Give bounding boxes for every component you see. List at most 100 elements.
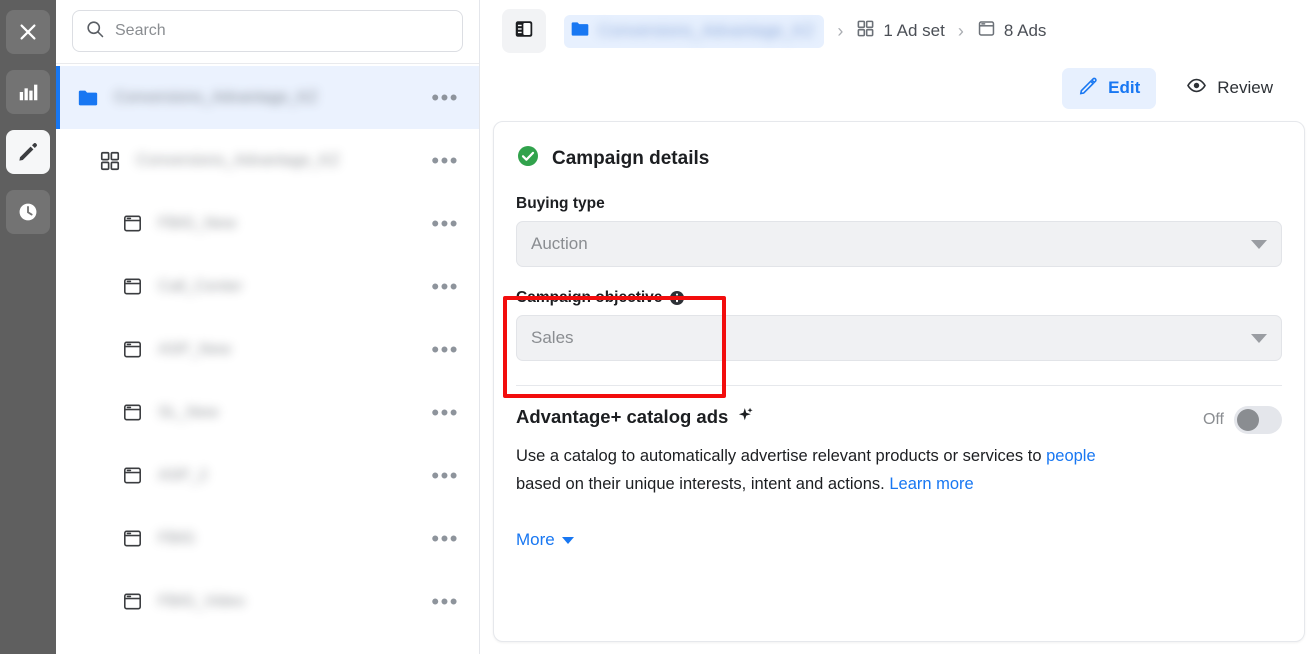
tree-row-adset[interactable]: Conversions_Advantage_KZ •••: [56, 129, 479, 192]
tree-row-label: ASP_2: [158, 466, 208, 484]
tree-row-label: Conversions_Advantage_KZ: [136, 151, 340, 169]
tree-row-menu-button[interactable]: •••: [429, 464, 461, 486]
breadcrumb-campaign-label: Conversions_Advantage_KZ: [598, 21, 815, 40]
tree-row-ad[interactable]: FBIG_New •••: [56, 192, 479, 255]
advantage-catalog-title: Advantage+ catalog ads: [516, 406, 754, 428]
sidebar-toggle-button[interactable]: [502, 9, 546, 53]
chevron-down-icon: [1251, 239, 1267, 249]
learn-more-link[interactable]: Learn more: [889, 475, 973, 493]
search-input[interactable]: Search: [72, 10, 463, 52]
adset-grid-icon: [98, 150, 122, 172]
more-button[interactable]: More: [516, 530, 574, 550]
description-part1: Use a catalog to automatically advertise…: [516, 447, 1047, 465]
app-root: Search Conversions_Advantage_KZ ••• Conv…: [0, 0, 1313, 654]
close-icon: [17, 21, 39, 43]
tab-edit[interactable]: Edit: [1062, 67, 1157, 109]
ad-window-icon: [120, 465, 144, 486]
left-icon-rail: [0, 0, 56, 654]
buying-type-field: Buying type Auction: [516, 195, 1282, 267]
history-button[interactable]: [6, 190, 50, 234]
tree-row-menu-button[interactable]: •••: [429, 401, 461, 423]
edit-icon: [16, 140, 40, 164]
advantage-toggle-state-label: Off: [1202, 411, 1224, 428]
advantage-catalog-section: Advantage+ catalog ads Off: [516, 406, 1282, 434]
breadcrumb: Conversions_Advantage_KZ › 1 Ad set › 8 …: [564, 14, 1047, 48]
tab-review-label: Review: [1217, 78, 1273, 97]
top-breadcrumb-bar: Conversions_Advantage_KZ › 1 Ad set › 8 …: [480, 0, 1313, 62]
search-icon: [85, 19, 105, 44]
tree-row-ad[interactable]: ASP_New •••: [56, 318, 479, 381]
tree-row-label: FBIG: [158, 529, 196, 547]
chevron-down-icon: [561, 536, 574, 544]
breadcrumb-separator: ›: [957, 20, 964, 41]
tree-row-label: Call_Center: [158, 277, 243, 295]
advantage-catalog-title-text: Advantage+ catalog ads: [516, 406, 729, 427]
people-link[interactable]: people: [1046, 447, 1096, 465]
tree-row-menu-button[interactable]: •••: [429, 527, 461, 549]
breadcrumb-separator: ›: [837, 20, 844, 41]
tree-row-label: Conversions_Advantage_KZ: [114, 88, 318, 106]
tree-row-menu-button[interactable]: •••: [429, 86, 461, 108]
breadcrumb-adset[interactable]: 1 Ad set: [856, 19, 945, 43]
toggle-knob: [1237, 409, 1259, 431]
check-circle-icon: [516, 144, 540, 173]
info-icon[interactable]: [669, 290, 685, 306]
tree-row-label: FBIG_New: [158, 214, 237, 232]
tree-row-menu-button[interactable]: •••: [429, 338, 461, 360]
ad-window-icon: [120, 276, 144, 297]
tree-row-ad[interactable]: FBIG •••: [56, 507, 479, 570]
sidebar-toggle-icon: [513, 18, 535, 45]
action-bar: Edit Review: [480, 62, 1313, 114]
close-button[interactable]: [6, 10, 50, 54]
campaign-tree: Conversions_Advantage_KZ ••• Conversions…: [56, 64, 479, 633]
campaign-details-card: Campaign details Buying type Auction Cam…: [493, 121, 1305, 642]
ad-window-icon: [120, 591, 144, 612]
description-part2: based on their unique interests, intent …: [516, 475, 890, 493]
tree-row-ad[interactable]: SL_New •••: [56, 381, 479, 444]
buying-type-value: Auction: [531, 234, 588, 253]
tree-row-campaign[interactable]: Conversions_Advantage_KZ •••: [56, 66, 479, 129]
adset-grid-icon: [856, 19, 875, 43]
search-container: Search: [56, 0, 479, 63]
advantage-catalog-description: Use a catalog to automatically advertise…: [516, 442, 1141, 498]
edit-button[interactable]: [6, 130, 50, 174]
tree-row-ad[interactable]: FBIG_Video •••: [56, 570, 479, 633]
search-placeholder: Search: [115, 22, 166, 39]
advantage-catalog-toggle[interactable]: [1234, 406, 1282, 434]
tree-row-menu-button[interactable]: •••: [429, 149, 461, 171]
breadcrumb-adset-label: 1 Ad set: [883, 21, 945, 40]
card-divider: [516, 385, 1282, 386]
tree-row-menu-button[interactable]: •••: [429, 275, 461, 297]
main-panel: Conversions_Advantage_KZ › 1 Ad set › 8 …: [480, 0, 1313, 654]
ad-window-icon: [120, 339, 144, 360]
campaign-objective-field: Campaign objective Sales: [516, 289, 1282, 361]
analytics-button[interactable]: [6, 70, 50, 114]
eye-icon: [1186, 75, 1207, 101]
tree-row-ad[interactable]: Call_Center •••: [56, 255, 479, 318]
ad-window-icon: [977, 19, 996, 43]
buying-type-label-text: Buying type: [516, 195, 605, 212]
campaign-objective-label: Campaign objective: [516, 289, 1282, 307]
more-label: More: [516, 530, 555, 549]
card-header: Campaign details: [516, 144, 1282, 173]
campaign-objective-value: Sales: [531, 328, 574, 347]
sparkle-icon: [737, 406, 754, 428]
campaign-objective-label-text: Campaign objective: [516, 289, 663, 306]
tree-row-menu-button[interactable]: •••: [429, 590, 461, 612]
tree-row-ad[interactable]: ASP_2 •••: [56, 444, 479, 507]
breadcrumb-ads[interactable]: 8 Ads: [977, 19, 1047, 43]
ad-window-icon: [120, 402, 144, 423]
breadcrumb-ads-label: 8 Ads: [1003, 21, 1047, 40]
pencil-icon: [1078, 76, 1098, 101]
breadcrumb-campaign[interactable]: Conversions_Advantage_KZ: [564, 14, 825, 48]
tree-row-label: FBIG_Video: [158, 592, 245, 610]
buying-type-select[interactable]: Auction: [516, 221, 1282, 267]
tab-edit-label: Edit: [1108, 78, 1141, 97]
campaign-tree-sidebar: Search Conversions_Advantage_KZ ••• Conv…: [56, 0, 480, 654]
tree-row-menu-button[interactable]: •••: [429, 212, 461, 234]
page-title: Campaign details: [552, 147, 710, 169]
campaign-objective-select[interactable]: Sales: [516, 315, 1282, 361]
tree-row-label: SL_New: [158, 403, 219, 421]
advantage-toggle-group: Off: [1203, 406, 1282, 434]
tab-review[interactable]: Review: [1170, 67, 1289, 109]
